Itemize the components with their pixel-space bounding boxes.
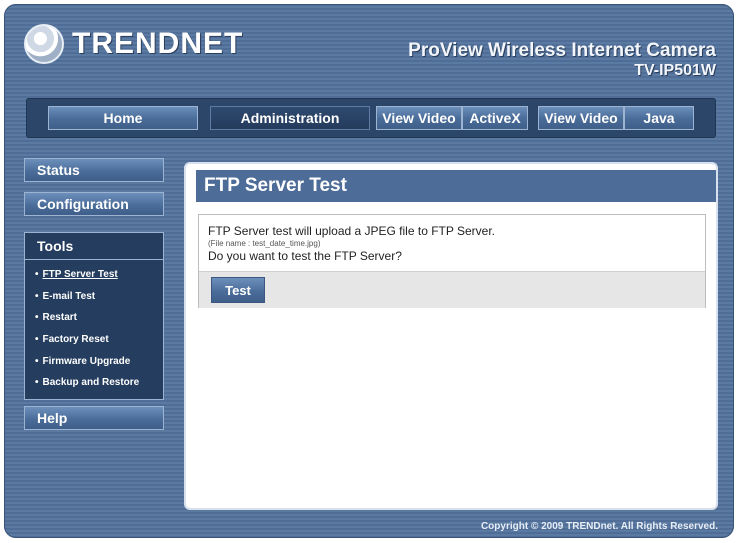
bullet-icon: • — [35, 355, 39, 367]
sidebar-status-button[interactable]: Status — [24, 158, 164, 182]
bullet-icon: • — [35, 269, 39, 281]
main-content-panel: FTP Server Test FTP Server test will upl… — [184, 162, 718, 510]
nav-view-video-activex-button[interactable]: View Video — [376, 106, 462, 130]
tools-menu: • FTP Server Test • E-mail Test • Restar… — [25, 264, 163, 394]
ftp-test-box: FTP Server test will upload a JPEG file … — [198, 214, 706, 308]
trendnet-logo: TRENDNET — [24, 24, 243, 64]
page-title: FTP Server Test — [196, 170, 716, 202]
sidebar-item-label: Factory Reset — [42, 334, 109, 346]
logo-text: TRENDNET — [72, 27, 244, 60]
nav-java-button[interactable]: Java — [624, 106, 694, 130]
product-name: ProView Wireless Internet Camera — [408, 40, 716, 61]
sidebar-item-label: Firmware Upgrade — [42, 355, 131, 367]
nav-home-button[interactable]: Home — [48, 106, 198, 130]
sidebar-tools-header[interactable]: Tools — [25, 233, 163, 260]
sidebar-item-ftp-server-test[interactable]: • FTP Server Test — [35, 264, 163, 286]
sidebar-item-label: FTP Server Test — [42, 269, 118, 281]
sidebar-help-button[interactable]: Help — [24, 406, 164, 430]
app-frame: TRENDNET ProView Wireless Internet Camer… — [4, 4, 734, 538]
sidebar-configuration-button[interactable]: Configuration — [24, 192, 164, 216]
bullet-icon: • — [35, 312, 39, 324]
sidebar-item-label: E-mail Test — [42, 290, 96, 302]
bullet-icon: • — [35, 377, 39, 389]
logo-mark-icon — [24, 24, 64, 64]
sidebar-item-firmware-upgrade[interactable]: • Firmware Upgrade — [35, 350, 163, 372]
ftp-filename-note: (File name : test_date_time.jpg) — [208, 239, 321, 248]
sidebar-item-label: Restart — [42, 312, 77, 324]
sidebar-item-label: Backup and Restore — [42, 377, 140, 389]
ftp-test-description: FTP Server test will upload a JPEG file … — [199, 215, 705, 263]
product-header: ProView Wireless Internet Camera TV-IP50… — [408, 40, 716, 80]
sidebar-tools-panel: Tools • FTP Server Test • E-mail Test • … — [24, 232, 164, 400]
sidebar-item-restart[interactable]: • Restart — [35, 307, 163, 329]
nav-view-video-java-button[interactable]: View Video — [538, 106, 624, 130]
bullet-icon: • — [35, 290, 39, 302]
top-nav-bar: Home Administration View Video ActiveX V… — [26, 98, 716, 138]
ftp-question-text: Do you want to test the FTP Server? — [208, 249, 402, 263]
button-strip: Test — [199, 271, 705, 308]
sidebar-item-email-test[interactable]: • E-mail Test — [35, 286, 163, 308]
product-model: TV-IP501W — [634, 62, 716, 79]
sidebar-item-backup-and-restore[interactable]: • Backup and Restore — [35, 372, 163, 394]
copyright-text: Copyright © 2009 TRENDnet. All Rights Re… — [480, 521, 718, 532]
test-button[interactable]: Test — [211, 277, 265, 303]
nav-activex-button[interactable]: ActiveX — [462, 106, 528, 130]
sidebar-item-factory-reset[interactable]: • Factory Reset — [35, 329, 163, 351]
ftp-info-text: FTP Server test will upload a JPEG file … — [208, 224, 495, 238]
nav-administration-button[interactable]: Administration — [210, 106, 370, 130]
bullet-icon: • — [35, 334, 39, 346]
